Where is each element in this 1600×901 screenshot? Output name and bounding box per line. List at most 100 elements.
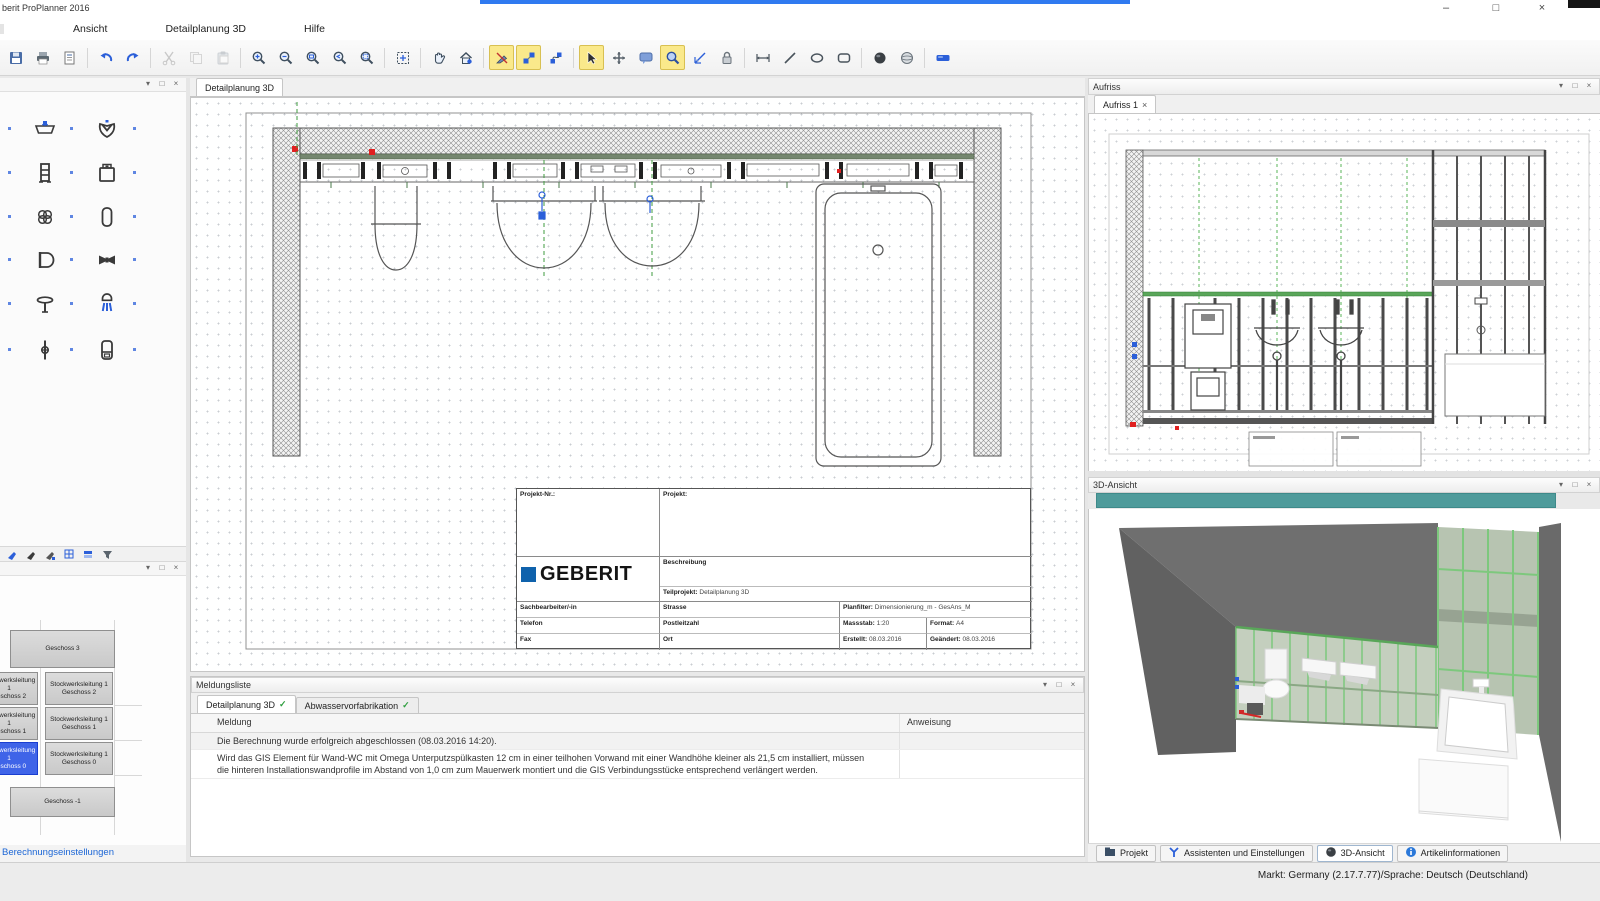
- 3d-close-icon[interactable]: ×: [1583, 480, 1595, 491]
- palette-item-boiler[interactable]: [89, 332, 125, 368]
- maximize-button[interactable]: □: [1478, 0, 1514, 17]
- print-button[interactable]: [30, 45, 55, 70]
- dimension-button[interactable]: [750, 45, 775, 70]
- bottom-tab-projekt[interactable]: Projekt: [1096, 845, 1156, 862]
- messages-tab-abwasservorfabrikation[interactable]: Abwasservorfabrikation✓: [296, 697, 419, 713]
- message-row[interactable]: Die Berechnung wurde erfolgreich abgesch…: [191, 733, 1084, 750]
- layers-button[interactable]: [80, 548, 95, 561]
- storey-cell-left-2[interactable]: Stockwerksleitung 1Geschoss 0: [0, 742, 38, 775]
- palette-item-bodenablauf[interactable]: [27, 199, 63, 235]
- detail-plan-canvas[interactable]: Projekt-Nr.: Projekt: GEBERIT Beschreibu…: [190, 97, 1085, 672]
- redo-button[interactable]: [120, 45, 145, 70]
- aufriss-menu-icon[interactable]: ▾: [1555, 81, 1567, 92]
- menu-item-detailplanung-3d[interactable]: Detailplanung 3D: [156, 20, 255, 38]
- messages-tab-detailplanung-3d[interactable]: Detailplanung 3D✓: [197, 695, 296, 713]
- draw-line-button[interactable]: [777, 45, 802, 70]
- palette-float-icon[interactable]: □: [156, 79, 168, 90]
- calculation-settings-link[interactable]: Berechnungseinstellungen: [2, 847, 114, 858]
- main-toolbar: [0, 40, 1600, 76]
- snap-button[interactable]: [516, 45, 541, 70]
- tab-aufriss-1[interactable]: Aufriss 1 ×: [1094, 95, 1156, 113]
- undo-button[interactable]: [93, 45, 118, 70]
- 3d-view-toolbar[interactable]: [1096, 493, 1556, 508]
- zoom-in-button[interactable]: [246, 45, 271, 70]
- cut-button[interactable]: [156, 45, 181, 70]
- zoom-out-button[interactable]: [273, 45, 298, 70]
- aufriss-close-icon[interactable]: ×: [1583, 81, 1595, 92]
- palette-item-fitting[interactable]: [89, 242, 125, 278]
- comment-button[interactable]: [633, 45, 658, 70]
- tb-r5c3: Erstellt: 08.03.2016: [840, 634, 927, 650]
- storey-menu-icon[interactable]: ▾: [142, 563, 154, 574]
- paste-button[interactable]: [210, 45, 235, 70]
- copy-button[interactable]: [183, 45, 208, 70]
- lock-button[interactable]: [714, 45, 739, 70]
- menu-item-hilfe[interactable]: Hilfe: [295, 20, 334, 38]
- 3d-float-icon[interactable]: □: [1569, 480, 1581, 491]
- storey-cell-right-1[interactable]: Stockwerksleitung 1Geschoss 1: [45, 707, 113, 740]
- draft-mode-button[interactable]: [489, 45, 514, 70]
- messages-menu-icon[interactable]: ▾: [1039, 680, 1051, 691]
- minimize-button[interactable]: –: [1428, 0, 1464, 17]
- storey-cell-right-2[interactable]: Stockwerksleitung 1Geschoss 0: [45, 742, 113, 775]
- palette-item-ausgussbecken[interactable]: [27, 242, 63, 278]
- select-button[interactable]: [579, 45, 604, 70]
- storey-close-icon[interactable]: ×: [170, 563, 182, 574]
- storey-float-icon[interactable]: □: [156, 563, 168, 574]
- storey-cell-left-0[interactable]: Stockwerksleitung 1Geschoss 2: [0, 672, 38, 705]
- tb-r4c2: Postleitzahl: [660, 618, 840, 634]
- axis-ticks: [331, 182, 939, 188]
- palette-item-montageelement[interactable]: [27, 155, 63, 191]
- sphere-solid-button[interactable]: [867, 45, 892, 70]
- storey-cell-right-0[interactable]: Stockwerksleitung 1Geschoss 2: [45, 672, 113, 705]
- pan-button[interactable]: [426, 45, 451, 70]
- zoom-previous-button[interactable]: [327, 45, 352, 70]
- message-row[interactable]: Wird das GIS Element für Wand-WC mit Ome…: [191, 750, 1084, 779]
- 3d-viewport[interactable]: [1088, 509, 1600, 843]
- palette-close-icon[interactable]: ×: [170, 79, 182, 90]
- menu-item-ansicht[interactable]: Ansicht: [64, 20, 116, 38]
- move-button[interactable]: [606, 45, 631, 70]
- messages-float-icon[interactable]: □: [1053, 680, 1065, 691]
- storey-bottom[interactable]: Geschoss -1: [10, 787, 115, 817]
- messages-close-icon[interactable]: ×: [1067, 680, 1079, 691]
- palette-item-urinal[interactable]: [89, 111, 125, 147]
- 3d-menu-icon[interactable]: ▾: [1555, 480, 1567, 491]
- storey-top[interactable]: Geschoss 3: [10, 630, 115, 668]
- edit-areas-button[interactable]: [42, 548, 57, 561]
- edit-points-button[interactable]: [4, 548, 19, 561]
- zoom-fit-button[interactable]: [390, 45, 415, 70]
- wc-cistern-3d: [1265, 649, 1287, 679]
- tab-detailplanung-3d[interactable]: Detailplanung 3D: [196, 78, 283, 96]
- export-button[interactable]: [57, 45, 82, 70]
- close-button[interactable]: ×: [1524, 0, 1560, 17]
- bottom-tab-3d-ansicht[interactable]: 3D-Ansicht: [1317, 845, 1393, 862]
- zoom-region-button[interactable]: [660, 45, 685, 70]
- measure-button[interactable]: [687, 45, 712, 70]
- elevation-view[interactable]: [1088, 114, 1600, 471]
- palette-item-absperrventil[interactable]: [27, 332, 63, 368]
- zoom-all-button[interactable]: [354, 45, 379, 70]
- palette-item-duschwanne[interactable]: [89, 199, 125, 235]
- tab-close-icon[interactable]: ×: [1142, 100, 1147, 110]
- filter-button[interactable]: [99, 548, 114, 561]
- sphere-wire-button[interactable]: [894, 45, 919, 70]
- storey-cell-left-1[interactable]: Stockwerksleitung 1Geschoss 1: [0, 707, 38, 740]
- draw-rectangle-button[interactable]: [831, 45, 856, 70]
- material-blue-button[interactable]: [930, 45, 955, 70]
- save-button[interactable]: [3, 45, 28, 70]
- palette-item-waschtisch[interactable]: [27, 111, 63, 147]
- edit-lines-button[interactable]: [23, 548, 38, 561]
- aufriss-float-icon[interactable]: □: [1569, 81, 1581, 92]
- palette-item-armatur[interactable]: [27, 286, 63, 322]
- bottom-tab-assistenten[interactable]: Assistenten und Einstellungen: [1160, 845, 1313, 862]
- snap-grid-button[interactable]: [61, 548, 76, 561]
- zoom-window-button[interactable]: [300, 45, 325, 70]
- connect-button[interactable]: [543, 45, 568, 70]
- palette-item-spuelkasten[interactable]: [89, 155, 125, 191]
- draw-ellipse-button[interactable]: [804, 45, 829, 70]
- bottom-tab-artikelinformationen[interactable]: Artikelinformationen: [1397, 845, 1509, 862]
- palette-menu-icon[interactable]: ▾: [142, 79, 154, 90]
- palette-item-dusche[interactable]: [89, 286, 125, 322]
- view-home-button[interactable]: [453, 45, 478, 70]
